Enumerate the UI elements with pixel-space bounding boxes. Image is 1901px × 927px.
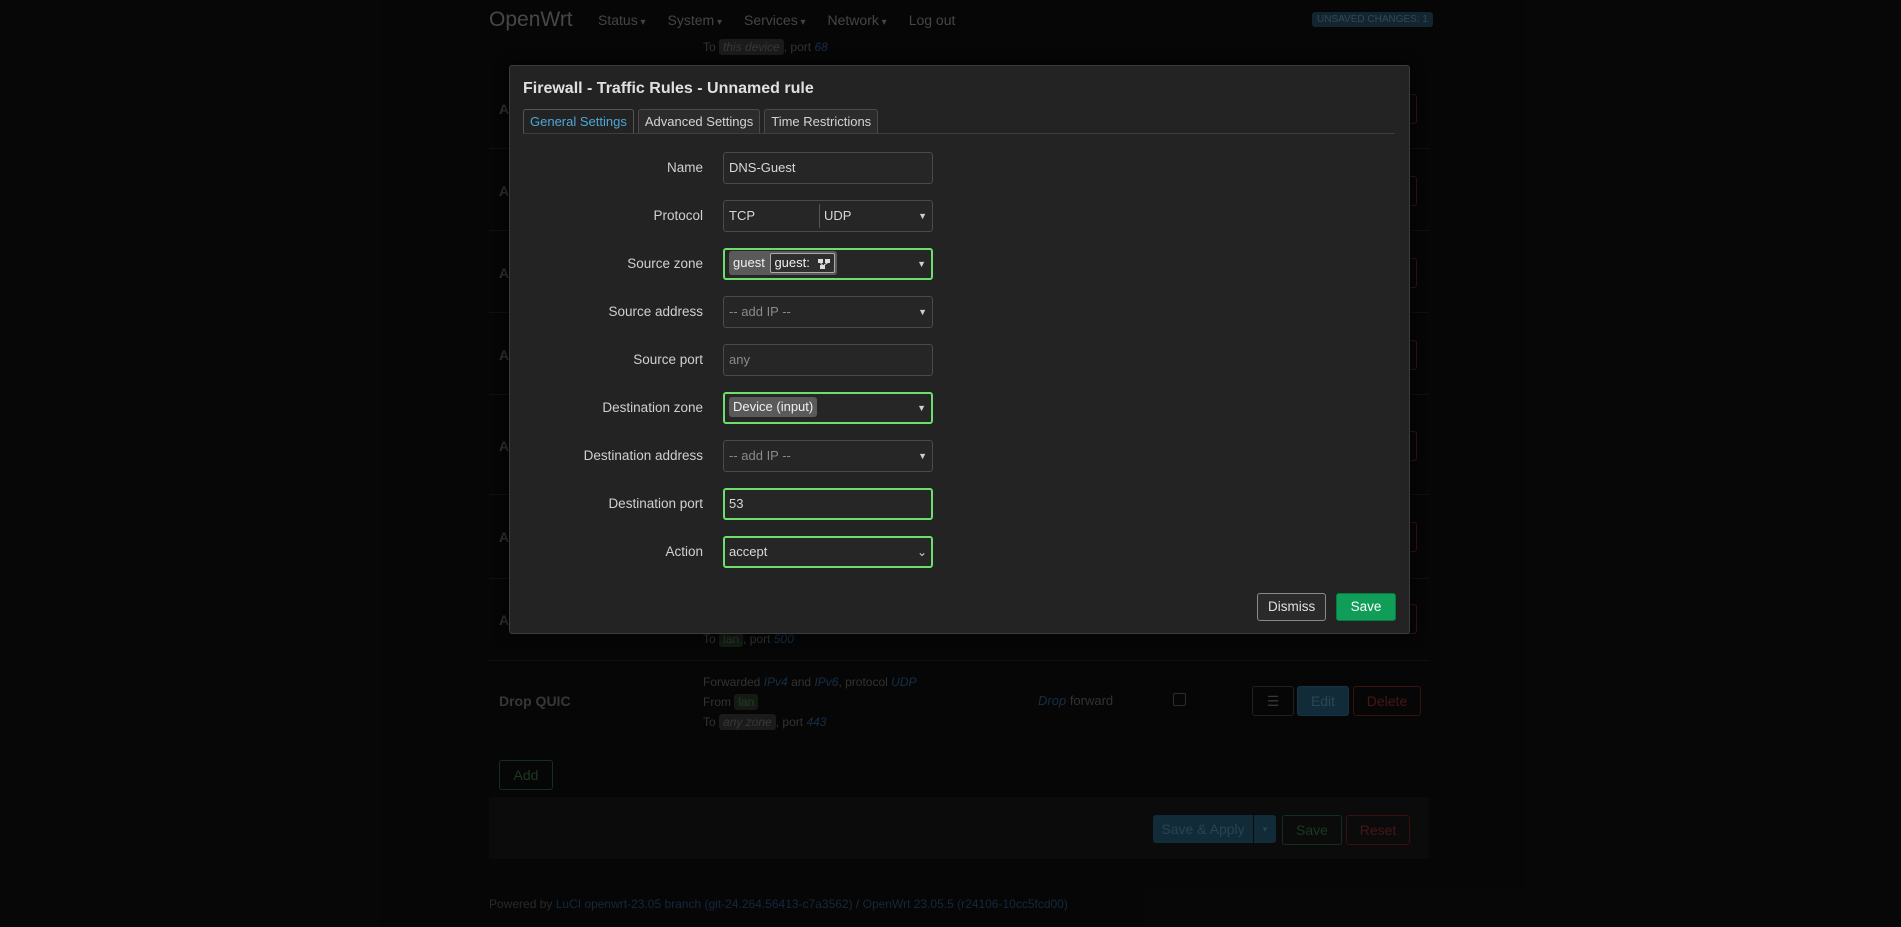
rule-edit-modal: Firewall - Traffic Rules - Unnamed rule … — [509, 65, 1410, 634]
form-row-source-port: Source port any — [510, 344, 1409, 376]
form-row-source-zone: Source zone guest guest: ▼ — [510, 248, 1409, 280]
tab-time-restrictions[interactable]: Time Restrictions — [764, 109, 879, 133]
zone-badge-device: Device (input) — [729, 397, 818, 417]
destination-address-select[interactable]: -- add IP -- ▼ — [723, 440, 933, 472]
destination-port-input[interactable]: 53 — [723, 488, 933, 520]
chevron-down-icon: ▼ — [918, 451, 927, 461]
zone-badge-guest: guest guest: — [729, 251, 838, 275]
form-row-destination-port: Destination port 53 — [510, 488, 1409, 520]
chevron-down-icon: ▼ — [917, 403, 926, 413]
protocol-select[interactable]: TCP UDP ▼ — [723, 200, 933, 232]
modal-title: Firewall - Traffic Rules - Unnamed rule — [523, 80, 814, 97]
protocol-value-tcp: TCP — [729, 208, 755, 223]
source-port-input[interactable]: any — [723, 344, 933, 376]
dismiss-button[interactable]: Dismiss — [1257, 593, 1327, 621]
chevron-down-icon: ▼ — [917, 259, 926, 269]
source-port-label: Source port — [633, 352, 703, 367]
form-row-destination-zone: Destination zone Device (input) ▼ — [510, 392, 1409, 424]
form-row-name: Name DNS-Guest — [510, 152, 1409, 184]
form-row-destination-address: Destination address -- add IP -- ▼ — [510, 440, 1409, 472]
destination-zone-label: Destination zone — [602, 400, 703, 415]
name-label: Name — [666, 160, 703, 175]
form-row-action: Action accept ⌄ — [510, 536, 1409, 568]
destination-address-label: Destination address — [583, 448, 703, 463]
chevron-down-icon: ▼ — [918, 307, 927, 317]
destination-zone-select[interactable]: Device (input) ▼ — [723, 392, 933, 424]
zone-network-chip: guest: — [770, 253, 836, 273]
source-address-label: Source address — [608, 304, 703, 319]
network-interface-icon — [818, 258, 831, 269]
save-button[interactable]: Save — [1336, 593, 1396, 621]
protocol-label: Protocol — [653, 208, 703, 223]
protocol-divider — [819, 204, 820, 228]
protocol-value-udp: UDP — [824, 208, 852, 223]
action-select[interactable]: accept ⌄ — [723, 536, 933, 568]
tab-advanced-settings[interactable]: Advanced Settings — [637, 109, 761, 133]
action-label: Action — [665, 544, 703, 559]
form-row-source-address: Source address -- add IP -- ▼ — [510, 296, 1409, 328]
source-address-select[interactable]: -- add IP -- ▼ — [723, 296, 933, 328]
form-row-protocol: Protocol TCP UDP ▼ — [510, 200, 1409, 232]
source-zone-label: Source zone — [627, 256, 703, 271]
destination-port-label: Destination port — [608, 496, 703, 511]
source-zone-select[interactable]: guest guest: ▼ — [723, 248, 933, 280]
chevron-down-icon: ▼ — [918, 211, 927, 221]
modal-tabs: General Settings Advanced Settings Time … — [523, 109, 1395, 134]
tab-general-settings[interactable]: General Settings — [523, 109, 634, 133]
name-input[interactable]: DNS-Guest — [723, 152, 933, 184]
chevron-down-icon: ⌄ — [916, 545, 927, 559]
